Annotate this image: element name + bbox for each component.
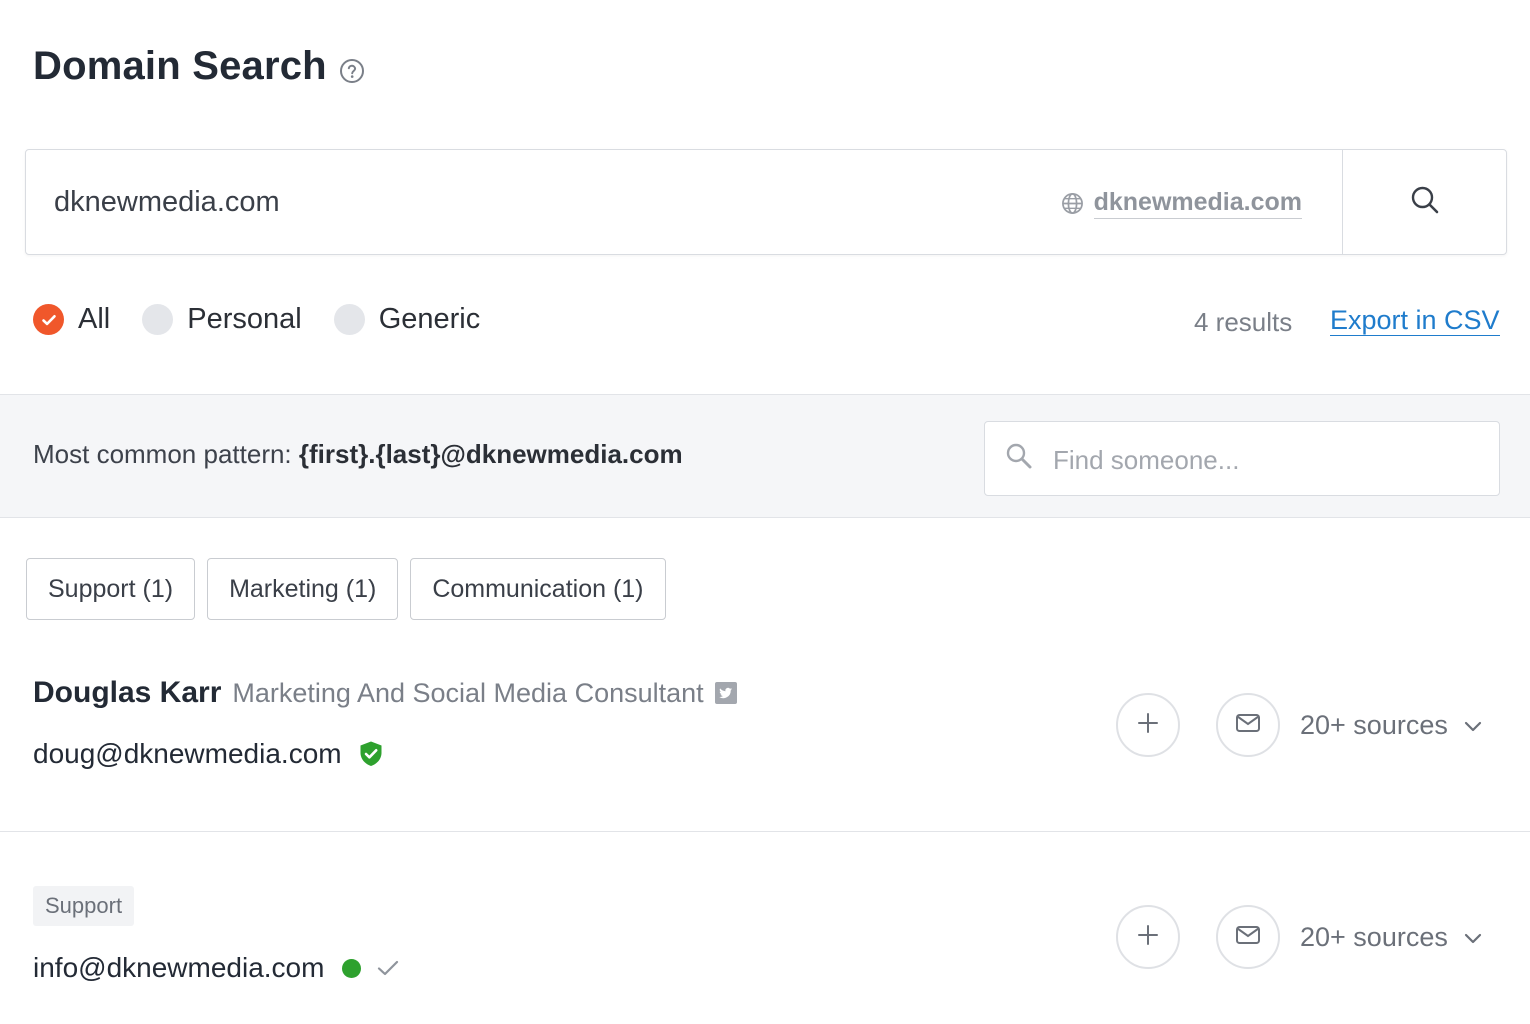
filter-personal-label: Personal xyxy=(187,303,302,335)
checkmark-icon xyxy=(375,955,401,981)
sources-label: 20+ sources xyxy=(1300,922,1448,952)
email-address[interactable]: info@dknewmedia.com xyxy=(33,952,324,984)
help-icon[interactable] xyxy=(339,58,365,84)
filter-generic-label: Generic xyxy=(378,303,481,335)
sources-dropdown[interactable]: 20+ sources xyxy=(1300,922,1484,953)
add-lead-button[interactable] xyxy=(1116,905,1180,969)
twitter-icon[interactable] xyxy=(714,682,737,704)
pattern-text: Most common pattern: {first}.{last}@dkne… xyxy=(33,439,683,470)
department-tag: Support xyxy=(33,886,135,926)
person-position: Marketing And Social Media Consultant xyxy=(232,677,704,708)
department-filters: Support (1) Marketing (1) Communication … xyxy=(26,558,678,620)
title-row: Domain Search xyxy=(33,44,365,89)
domain-search-box: dknewmedia.com dknewmedia.com xyxy=(25,149,1507,255)
chevron-down-icon xyxy=(1462,927,1484,949)
export-csv-link[interactable]: Export in CSV xyxy=(1330,305,1500,336)
verified-shield-icon xyxy=(358,740,384,768)
search-icon xyxy=(1409,184,1441,221)
domain-search-input[interactable]: dknewmedia.com dknewmedia.com xyxy=(26,150,1342,254)
chevron-down-icon xyxy=(1462,715,1484,737)
email-line: info@dknewmedia.com xyxy=(33,952,401,984)
search-value[interactable]: dknewmedia.com xyxy=(54,186,280,219)
domain-link-text[interactable]: dknewmedia.com xyxy=(1093,188,1302,219)
results-count: 4 results xyxy=(1194,307,1293,337)
add-lead-button[interactable] xyxy=(1116,693,1180,757)
filter-all[interactable]: All xyxy=(33,303,110,336)
result-row: Douglas Karr Marketing And Social Media … xyxy=(0,660,1530,832)
department-communication-button[interactable]: Communication (1) xyxy=(410,558,666,620)
department-support-button[interactable]: Support (1) xyxy=(26,558,196,620)
filter-all-label: All xyxy=(78,303,111,335)
mail-icon xyxy=(1235,712,1261,739)
search-icon xyxy=(1005,442,1033,470)
filter-personal[interactable]: Personal xyxy=(142,303,302,336)
status-dot-icon xyxy=(342,958,362,978)
radio-icon xyxy=(142,304,174,335)
mail-icon xyxy=(1235,924,1261,951)
email-address[interactable]: doug@dknewmedia.com xyxy=(33,738,342,770)
department-marketing-button[interactable]: Marketing (1) xyxy=(207,558,399,620)
sources-dropdown[interactable]: 20+ sources xyxy=(1300,710,1484,741)
search-button[interactable] xyxy=(1342,150,1506,254)
find-someone-input[interactable] xyxy=(1053,440,1473,480)
domain-link[interactable]: dknewmedia.com xyxy=(1061,188,1302,219)
person-name: Douglas Karr xyxy=(33,676,222,709)
plus-icon xyxy=(1136,711,1160,740)
find-someone-box xyxy=(984,421,1500,496)
email-line: doug@dknewmedia.com xyxy=(33,738,384,770)
pattern-value: {first}.{last}@dknewmedia.com xyxy=(298,439,683,469)
send-email-button[interactable] xyxy=(1216,905,1280,969)
send-email-button[interactable] xyxy=(1216,693,1280,757)
person-header: Douglas Karr Marketing And Social Media … xyxy=(33,676,737,710)
sources-label: 20+ sources xyxy=(1300,710,1448,740)
type-filter: All Personal Generic xyxy=(33,303,512,336)
checked-radio-icon xyxy=(33,304,64,335)
radio-icon xyxy=(333,304,365,335)
filter-generic[interactable]: Generic xyxy=(333,303,481,336)
page-title: Domain Search xyxy=(33,44,327,88)
pattern-bar: Most common pattern: {first}.{last}@dkne… xyxy=(0,394,1530,518)
plus-icon xyxy=(1136,923,1160,952)
pattern-prefix: Most common pattern: xyxy=(33,439,292,469)
result-row: Support info@dknewmedia.com 20+ sources xyxy=(0,870,1530,1024)
globe-icon xyxy=(1061,192,1084,215)
